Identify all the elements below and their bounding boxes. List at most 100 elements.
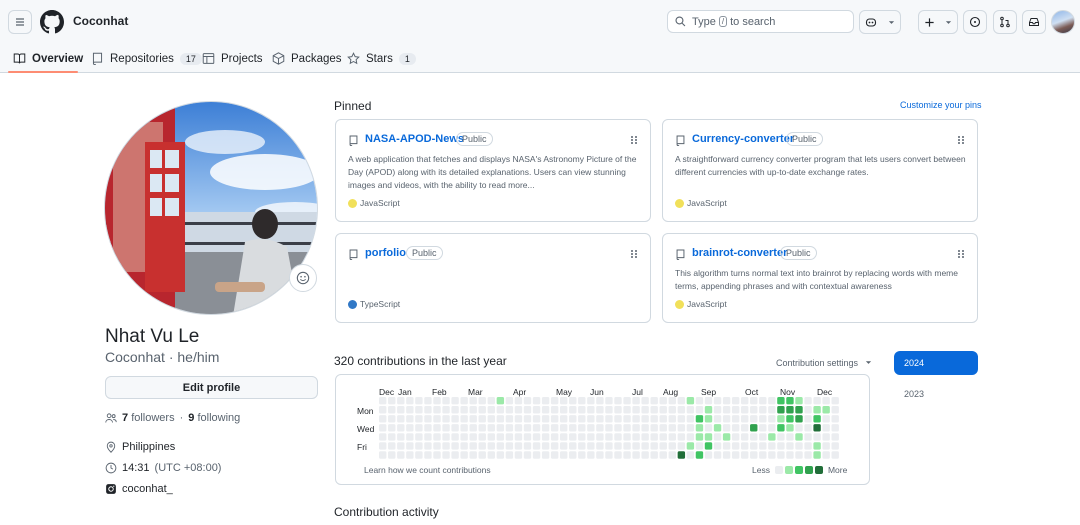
contribution-day[interactable]: [514, 442, 523, 450]
contribution-day[interactable]: [623, 397, 631, 405]
contribution-day[interactable]: [650, 415, 658, 423]
contribution-day[interactable]: [813, 451, 821, 459]
contribution-day[interactable]: [569, 415, 577, 423]
contribution-day[interactable]: [750, 442, 758, 450]
contribution-day[interactable]: [704, 424, 713, 432]
contribution-day[interactable]: [750, 433, 758, 441]
contribution-day[interactable]: [795, 415, 803, 423]
contribution-day[interactable]: [713, 415, 722, 423]
contribution-day[interactable]: [641, 451, 649, 459]
contribution-day[interactable]: [523, 433, 532, 441]
issues-button[interactable]: [963, 10, 987, 34]
contribution-day[interactable]: [804, 442, 812, 450]
contribution-day[interactable]: [795, 406, 803, 414]
contribution-day[interactable]: [695, 433, 704, 441]
contribution-day[interactable]: [442, 397, 450, 405]
contribution-day[interactable]: [415, 415, 423, 423]
contribution-day[interactable]: [759, 406, 767, 414]
contribution-day[interactable]: [469, 451, 477, 459]
contribution-day[interactable]: [795, 451, 803, 459]
contribution-day[interactable]: [469, 433, 477, 441]
contribution-day[interactable]: [713, 442, 722, 450]
contribution-day[interactable]: [451, 415, 459, 423]
drag-handle-icon[interactable]: [957, 135, 965, 145]
contribution-day[interactable]: [759, 397, 767, 405]
contribution-day[interactable]: [514, 397, 523, 405]
contribution-day[interactable]: [433, 424, 441, 432]
contribution-day[interactable]: [451, 424, 459, 432]
contribution-day[interactable]: [532, 406, 541, 414]
contribution-day[interactable]: [379, 406, 387, 414]
contribution-day[interactable]: [550, 451, 559, 459]
pull-requests-button[interactable]: [993, 10, 1017, 34]
contribution-day[interactable]: [460, 451, 468, 459]
contribution-day[interactable]: [813, 415, 821, 423]
contribution-day[interactable]: [379, 442, 387, 450]
contribution-day[interactable]: [786, 397, 794, 405]
contribution-day[interactable]: [804, 451, 812, 459]
contribution-day[interactable]: [695, 406, 704, 414]
contribution-day[interactable]: [641, 442, 649, 450]
contribution-day[interactable]: [397, 442, 405, 450]
contribution-day[interactable]: [406, 451, 414, 459]
contribution-day[interactable]: [605, 397, 613, 405]
contribution-day[interactable]: [713, 433, 722, 441]
contribution-day[interactable]: [532, 451, 541, 459]
contribution-day[interactable]: [713, 397, 722, 405]
header-username[interactable]: Coconhat: [73, 14, 128, 28]
contribution-day[interactable]: [578, 415, 586, 423]
contribution-day[interactable]: [822, 406, 830, 414]
contribution-day[interactable]: [560, 406, 568, 414]
contribution-day[interactable]: [397, 415, 405, 423]
contribution-day[interactable]: [822, 424, 830, 432]
notifications-button[interactable]: [1022, 10, 1046, 34]
contribution-day[interactable]: [487, 406, 495, 414]
contribution-day[interactable]: [424, 433, 432, 441]
github-logo-icon[interactable]: [40, 10, 64, 34]
contribution-day[interactable]: [541, 451, 550, 459]
contribution-day[interactable]: [560, 415, 568, 423]
contribution-day[interactable]: [442, 433, 450, 441]
contribution-day[interactable]: [804, 406, 812, 414]
contribution-day[interactable]: [541, 424, 550, 432]
contribution-day[interactable]: [750, 424, 758, 432]
contribution-day[interactable]: [722, 397, 731, 405]
contribution-day[interactable]: [487, 397, 495, 405]
contribution-day[interactable]: [578, 442, 586, 450]
contribution-day[interactable]: [614, 406, 622, 414]
contribution-day[interactable]: [442, 442, 450, 450]
repo-name-link[interactable]: brainrot-converter: [692, 247, 787, 259]
contribution-settings-dropdown[interactable]: Contribution settings: [776, 358, 872, 368]
contribution-day[interactable]: [406, 406, 414, 414]
contribution-day[interactable]: [777, 433, 785, 441]
contribution-day[interactable]: [433, 433, 441, 441]
menu-button[interactable]: [8, 10, 32, 34]
contribution-day[interactable]: [496, 415, 505, 423]
contribution-day[interactable]: [487, 442, 495, 450]
contribution-day[interactable]: [388, 424, 396, 432]
contribution-day[interactable]: [759, 442, 767, 450]
repo-name-link[interactable]: Currency-converter: [692, 133, 794, 145]
contribution-day[interactable]: [614, 442, 622, 450]
contribution-day[interactable]: [406, 424, 414, 432]
contribution-day[interactable]: [731, 442, 740, 450]
contribution-day[interactable]: [451, 451, 459, 459]
contribution-day[interactable]: [424, 442, 432, 450]
contribution-day[interactable]: [415, 451, 423, 459]
contribution-day[interactable]: [777, 424, 785, 432]
contribution-day[interactable]: [550, 397, 559, 405]
contribution-day[interactable]: [379, 397, 387, 405]
year-2023-button[interactable]: 2023: [894, 382, 978, 406]
contribution-day[interactable]: [686, 397, 695, 405]
contribution-day[interactable]: [550, 406, 559, 414]
contribution-day[interactable]: [704, 442, 713, 450]
contribution-day[interactable]: [451, 442, 459, 450]
contribution-day[interactable]: [569, 406, 577, 414]
contribution-day[interactable]: [433, 451, 441, 459]
contribution-day[interactable]: [677, 397, 686, 405]
contribution-day[interactable]: [424, 424, 432, 432]
contribution-day[interactable]: [623, 442, 631, 450]
contribution-day[interactable]: [496, 442, 505, 450]
contribution-day[interactable]: [623, 406, 631, 414]
contribution-day[interactable]: [741, 424, 749, 432]
